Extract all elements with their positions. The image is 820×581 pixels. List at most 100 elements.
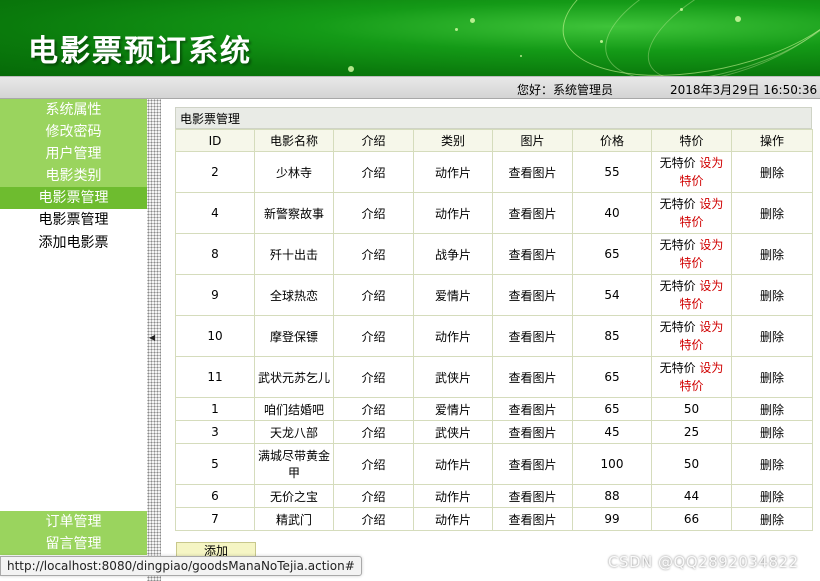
intro-link-text[interactable]: 介绍 — [361, 166, 385, 180]
sidebar-item-movie-category[interactable]: 电影类别 — [0, 165, 147, 187]
intro-link-text[interactable]: 介绍 — [361, 207, 385, 221]
delete-link-text[interactable]: 删除 — [760, 426, 784, 440]
view-image-link-text[interactable]: 查看图片 — [508, 458, 556, 472]
view-image-link-text[interactable]: 查看图片 — [508, 207, 556, 221]
delete-link-text[interactable]: 删除 — [760, 166, 784, 180]
no-special-text: 无特价 — [659, 197, 696, 211]
sidebar-item-change-password[interactable]: 修改密码 — [0, 121, 147, 143]
cell-price: 88 — [572, 484, 652, 508]
cell-name-text: 全球热恋 — [269, 288, 318, 303]
delete-link: 删除 — [731, 420, 813, 444]
banner-sparkle — [600, 40, 603, 43]
cell-name: 咱们结婚吧 — [254, 397, 334, 421]
banner-sparkle — [348, 66, 354, 72]
cell-price-text: 55 — [604, 165, 620, 179]
cell-category: 爱情片 — [413, 397, 493, 421]
collapse-arrow-icon[interactable]: ◀ — [149, 333, 155, 342]
delete-link: 删除 — [731, 484, 813, 508]
cell-name-text: 摩登保镖 — [269, 329, 318, 344]
sidebar-item-user-management[interactable]: 用户管理 — [0, 143, 147, 165]
table-row: 10 摩登保镖 介绍 动作片 查看图片 85 无特价 设为特价 删除 — [175, 315, 813, 357]
delete-link-text[interactable]: 删除 — [760, 490, 784, 504]
banner-sparkle — [470, 18, 475, 23]
cell-price: 55 — [572, 151, 652, 193]
cell-price-text: 65 — [604, 370, 620, 384]
delete-link: 删除 — [731, 192, 813, 234]
cell-name: 歼十出击 — [254, 233, 334, 275]
table-row: 4 新警察故事 介绍 动作片 查看图片 40 无特价 设为特价 删除 — [175, 192, 813, 234]
view-image-link-text[interactable]: 查看图片 — [508, 166, 556, 180]
current-datetime: 2018年3月29日 16:50:36 — [670, 83, 818, 97]
intro-link-text[interactable]: 介绍 — [361, 513, 385, 527]
sidebar: 系统属性 修改密码 用户管理 电影类别 电影票管理 电影票管理 添加电影票 订单… — [0, 99, 147, 581]
intro-link-text[interactable]: 介绍 — [361, 403, 385, 417]
intro-link-text[interactable]: 介绍 — [361, 248, 385, 262]
intro-link: 介绍 — [333, 315, 414, 357]
view-image-link-text[interactable]: 查看图片 — [508, 403, 556, 417]
cell-name: 精武门 — [254, 507, 334, 531]
cell-special-text: 66 — [683, 512, 700, 526]
cell-price-text: 65 — [604, 247, 620, 261]
intro-link-text[interactable]: 介绍 — [361, 490, 385, 504]
submenu-item-ticket-management[interactable]: 电影票管理 — [0, 209, 147, 232]
cell-price: 99 — [572, 507, 652, 531]
cell-category-text: 爱情片 — [434, 288, 471, 303]
cell-category-text: 武侠片 — [434, 425, 471, 440]
cell-name: 全球热恋 — [254, 274, 334, 316]
delete-link-text[interactable]: 删除 — [760, 513, 784, 527]
column-header-special: 特价 — [651, 129, 732, 152]
view-image-link-text[interactable]: 查看图片 — [508, 371, 556, 385]
view-image-link-text[interactable]: 查看图片 — [508, 289, 556, 303]
watermark: CSDN @QQ2892034822 — [608, 553, 799, 571]
cell-category-text: 动作片 — [434, 206, 471, 221]
delete-link-text[interactable]: 删除 — [760, 403, 784, 417]
submenu-item-add-ticket[interactable]: 添加电影票 — [0, 232, 147, 255]
table-row: 9 全球热恋 介绍 爱情片 查看图片 54 无特价 设为特价 删除 — [175, 274, 813, 316]
cell-category: 动作片 — [413, 443, 493, 485]
cell-name-text: 歼十出击 — [269, 247, 318, 262]
view-image-link: 查看图片 — [492, 274, 573, 316]
column-header-image: 图片 — [492, 129, 573, 152]
cell-category: 爱情片 — [413, 274, 493, 316]
cell-id: 6 — [175, 484, 255, 508]
cell-category-text: 动作片 — [434, 165, 471, 180]
view-image-link-text[interactable]: 查看图片 — [508, 513, 556, 527]
delete-link-text[interactable]: 删除 — [760, 330, 784, 344]
delete-link-text[interactable]: 删除 — [760, 458, 784, 472]
intro-link: 介绍 — [333, 274, 414, 316]
banner-sparkle — [455, 28, 458, 31]
table-row: 5 满城尽带黄金甲 介绍 动作片 查看图片 100 50 删除 — [175, 443, 813, 485]
sidebar-item-system-properties[interactable]: 系统属性 — [0, 99, 147, 121]
delete-link-text[interactable]: 删除 — [760, 371, 784, 385]
cell-special-text: 50 — [683, 457, 700, 471]
main-content: 电影票管理 ID 电影名称 介绍 类别 图片 价格 特价 操作 2 少林寺 介绍 动作… — [175, 107, 813, 531]
intro-link-text[interactable]: 介绍 — [361, 371, 385, 385]
cell-name-text: 武状元苏乞儿 — [257, 370, 330, 385]
no-special-text: 无特价 — [659, 238, 696, 252]
user-greeting: 您好：系统管理员 — [517, 83, 614, 97]
view-image-link-text[interactable]: 查看图片 — [508, 330, 556, 344]
cell-special: 无特价 设为特价 — [651, 233, 732, 275]
view-image-link-text[interactable]: 查看图片 — [508, 248, 556, 262]
cell-price-text: 40 — [604, 206, 620, 220]
delete-link-text[interactable]: 删除 — [760, 289, 784, 303]
table-row: 3 天龙八部 介绍 武侠片 查看图片 45 25 删除 — [175, 420, 813, 444]
intro-link-text[interactable]: 介绍 — [361, 289, 385, 303]
cell-special: 50 — [651, 397, 732, 421]
cell-id: 8 — [175, 233, 255, 275]
view-image-link-text[interactable]: 查看图片 — [508, 490, 556, 504]
cell-category-text: 战争片 — [434, 247, 471, 262]
intro-link-text[interactable]: 介绍 — [361, 330, 385, 344]
view-image-link-text[interactable]: 查看图片 — [508, 426, 556, 440]
intro-link-text[interactable]: 介绍 — [361, 426, 385, 440]
banner-sparkle — [735, 16, 741, 22]
cell-special: 无特价 设为特价 — [651, 274, 732, 316]
cell-id: 7 — [175, 507, 255, 531]
delete-link-text[interactable]: 删除 — [760, 207, 784, 221]
delete-link-text[interactable]: 删除 — [760, 248, 784, 262]
cell-price-text: 54 — [604, 288, 620, 302]
sidebar-item-message-management[interactable]: 留言管理 — [0, 533, 147, 555]
sidebar-item-order-management[interactable]: 订单管理 — [0, 511, 147, 533]
sidebar-item-ticket-management[interactable]: 电影票管理 — [0, 187, 147, 209]
intro-link-text[interactable]: 介绍 — [361, 458, 385, 472]
